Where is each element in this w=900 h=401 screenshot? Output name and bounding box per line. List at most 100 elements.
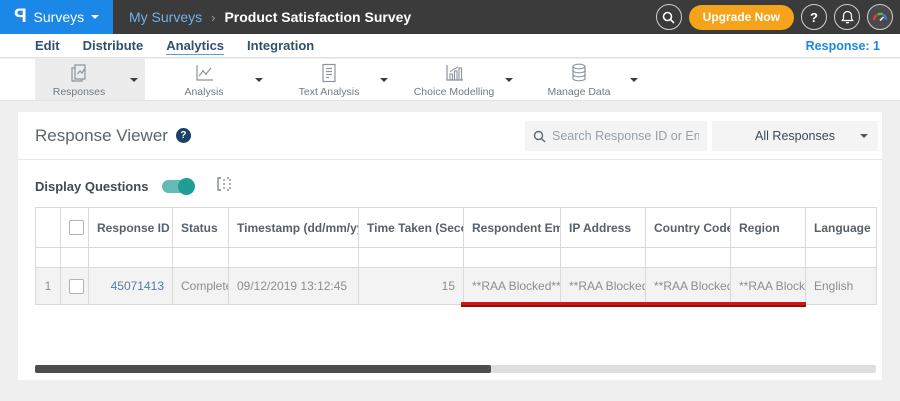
toolbar-item-analysis[interactable]: Analysis bbox=[160, 59, 270, 100]
survey-nav-tabs: Edit Distribute Analytics Integration Re… bbox=[0, 34, 900, 58]
chevron-down-icon[interactable] bbox=[373, 59, 395, 100]
toolbar-label-choice-modelling: Choice Modelling bbox=[413, 85, 495, 98]
response-count-label: Response: 1 bbox=[805, 38, 880, 53]
responses-table: Response ID Status Timestamp (dd/mm/yyyy… bbox=[35, 207, 877, 305]
chevron-down-icon[interactable] bbox=[248, 59, 270, 100]
help-button[interactable]: ? bbox=[801, 4, 827, 30]
response-search bbox=[525, 121, 707, 151]
filter-row bbox=[35, 247, 877, 268]
table-row: 1 45071413 Completed 09/12/2019 13:12:45… bbox=[35, 267, 877, 305]
timestamp-cell: 09/12/2019 13:12:45 bbox=[228, 267, 359, 305]
respondent-email-cell: **RAA Blocked** bbox=[463, 267, 561, 305]
upgrade-now-button[interactable]: Upgrade Now bbox=[688, 4, 794, 30]
avatar[interactable] bbox=[867, 4, 893, 30]
toolbar-label-text-analysis: Text Analysis bbox=[298, 85, 360, 98]
product-menu-label: Surveys bbox=[33, 9, 85, 25]
filter-cell-timestamp[interactable] bbox=[228, 247, 359, 268]
column-header-timestamp[interactable]: Timestamp (dd/mm/yyyy) bbox=[228, 207, 359, 248]
filter-cell-respondent-email[interactable] bbox=[463, 247, 561, 268]
column-header-response-id[interactable]: Response ID bbox=[88, 207, 173, 248]
region-cell: **RAA Blocked** bbox=[730, 267, 806, 305]
tab-edit[interactable]: Edit bbox=[35, 38, 60, 53]
chevron-down-icon bbox=[91, 15, 100, 19]
response-id-link[interactable]: 45071413 bbox=[111, 279, 164, 293]
time-taken-cell: 15 bbox=[358, 267, 464, 305]
filter-cell-country-code[interactable] bbox=[645, 247, 731, 268]
horizontal-scrollbar-track[interactable] bbox=[35, 365, 876, 373]
breadcrumb-my-surveys[interactable]: My Surveys bbox=[129, 9, 202, 25]
response-id-cell: 45071413 bbox=[88, 267, 173, 305]
toolbar-item-text-analysis[interactable]: Text Analysis bbox=[285, 59, 395, 100]
bell-icon bbox=[840, 10, 854, 24]
top-bar: P Surveys My Surveys › Product Satisfact… bbox=[0, 0, 900, 34]
toolbar-label-analysis: Analysis bbox=[184, 85, 224, 98]
tab-analytics[interactable]: Analytics bbox=[166, 38, 225, 55]
row-number-header bbox=[35, 207, 61, 248]
status-cell: Completed bbox=[172, 267, 229, 305]
toolbar-item-responses[interactable]: Responses bbox=[35, 59, 145, 100]
filter-cell-region[interactable] bbox=[730, 247, 806, 268]
column-header-ip-address: IP Address bbox=[560, 207, 646, 248]
responses-icon bbox=[67, 62, 91, 84]
toolbar-label-responses: Responses bbox=[52, 85, 106, 98]
breadcrumb: My Surveys › Product Satisfaction Survey bbox=[129, 9, 411, 25]
filter-cell-ip-address[interactable] bbox=[560, 247, 646, 268]
row-select-cell bbox=[60, 267, 89, 305]
column-header-language: Language bbox=[805, 207, 877, 248]
tab-integration[interactable]: Integration bbox=[247, 38, 314, 53]
survey-title: Product Satisfaction Survey bbox=[224, 9, 412, 25]
toolbar-item-choice-modelling[interactable]: Choice Modelling bbox=[410, 59, 520, 100]
select-all-checkbox[interactable] bbox=[69, 220, 84, 236]
language-cell: English bbox=[805, 267, 877, 305]
column-header-country-code: Country Code bbox=[645, 207, 731, 248]
surveys-product-menu[interactable]: P Surveys bbox=[0, 0, 113, 34]
row-checkbox[interactable] bbox=[69, 278, 84, 294]
column-header-status: Status bbox=[172, 207, 229, 248]
filter-cell-time-taken[interactable] bbox=[358, 247, 464, 268]
response-filter-dropdown[interactable]: All Responses bbox=[712, 121, 878, 151]
page-title: Response Viewer bbox=[35, 125, 168, 145]
analysis-icon bbox=[192, 62, 216, 84]
filter-cell-language[interactable] bbox=[805, 247, 877, 268]
column-header-time-taken[interactable]: Time Taken (Seconds) bbox=[358, 207, 464, 248]
column-header-respondent-email: Respondent Email bbox=[463, 207, 561, 248]
table-header-row: Response ID Status Timestamp (dd/mm/yyyy… bbox=[35, 207, 877, 248]
chevron-down-icon[interactable] bbox=[123, 59, 145, 100]
panel-header: Response Viewer ? All Responses bbox=[18, 112, 882, 160]
topbar-actions: Upgrade Now ? bbox=[655, 4, 900, 30]
choice-modelling-icon bbox=[442, 62, 466, 84]
response-filter-value: All Responses bbox=[755, 129, 835, 143]
toolbar-item-manage-data[interactable]: Manage Data bbox=[535, 59, 645, 100]
display-questions-label: Display Questions bbox=[35, 179, 149, 194]
breadcrumb-separator-icon: › bbox=[211, 9, 216, 25]
red-underline-annotation bbox=[461, 302, 806, 307]
search-icon bbox=[662, 11, 675, 24]
response-viewer-panel: Response Viewer ? All Responses Display … bbox=[18, 112, 882, 380]
questionpro-logo-icon: P bbox=[13, 6, 27, 27]
search-button[interactable] bbox=[655, 4, 682, 30]
search-icon bbox=[533, 130, 546, 142]
help-badge-icon[interactable]: ? bbox=[175, 128, 191, 143]
gauge-avatar-icon bbox=[872, 12, 888, 22]
toggle-knob bbox=[178, 178, 196, 195]
chevron-down-icon bbox=[860, 134, 868, 138]
manage-data-icon bbox=[567, 62, 591, 84]
chevron-down-icon[interactable] bbox=[498, 59, 520, 100]
horizontal-scrollbar-thumb[interactable] bbox=[35, 365, 491, 373]
select-all-header bbox=[60, 207, 89, 248]
filter-cell-status[interactable] bbox=[172, 247, 229, 268]
notifications-button[interactable] bbox=[834, 4, 860, 30]
ip-address-cell: **RAA Blocked** bbox=[560, 267, 646, 305]
column-header-region: Region bbox=[730, 207, 806, 248]
tab-distribute[interactable]: Distribute bbox=[83, 38, 144, 53]
display-questions-toggle[interactable] bbox=[162, 178, 196, 195]
filter-cell-response-id[interactable] bbox=[88, 247, 173, 268]
viewer-controls: Display Questions bbox=[35, 176, 232, 197]
row-number: 1 bbox=[35, 267, 61, 305]
analytics-toolbar: Responses Analysis Text Analysis Choice … bbox=[0, 59, 900, 101]
search-input[interactable] bbox=[552, 129, 699, 143]
column-scroll-icon[interactable] bbox=[216, 176, 232, 197]
chevron-down-icon[interactable] bbox=[623, 59, 645, 100]
text-analysis-icon bbox=[317, 62, 341, 84]
question-mark-icon: ? bbox=[810, 9, 818, 25]
